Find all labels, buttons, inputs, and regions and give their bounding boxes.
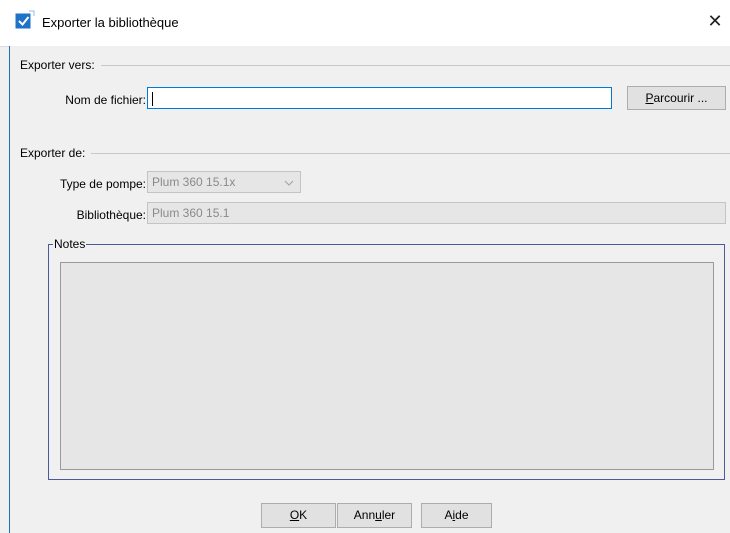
ok-mnemonic: O <box>289 508 300 522</box>
chevron-down-icon <box>284 180 294 186</box>
pump-type-select[interactable]: Plum 360 15.1x <box>147 171 301 193</box>
export-from-section-header: Exporter de: <box>20 146 730 160</box>
help-label-rest: de <box>455 508 469 522</box>
pump-type-label: Type de pompe: <box>59 177 146 191</box>
library-label: Bibliothèque: <box>76 208 146 222</box>
filename-label: Nom de fichier: <box>65 93 146 107</box>
section-divider <box>91 152 730 154</box>
help-button[interactable]: Aide <box>421 503 492 528</box>
library-field: Plum 360 15.1 <box>147 202 726 224</box>
text-caret <box>152 92 153 106</box>
notes-textarea[interactable] <box>60 262 714 470</box>
export-to-section-header: Exporter vers: <box>20 58 730 72</box>
ok-button[interactable]: OK <box>261 503 336 528</box>
checkbox-icon <box>15 10 35 29</box>
cancel-label-rest: ler <box>381 508 396 522</box>
title-bar: Exporter la bibliothèque ✕ <box>0 0 730 47</box>
cancel-mnemonic: u <box>375 508 382 522</box>
browse-button[interactable]: Parcourir ... <box>627 86 726 110</box>
browse-mnemonic: P <box>645 91 654 105</box>
export-library-dialog: Exporter la bibliothèque ✕ Exporter vers… <box>0 0 730 533</box>
close-icon: ✕ <box>707 11 723 31</box>
cancel-label-prefix: Ann <box>353 508 376 522</box>
section-divider <box>100 64 730 66</box>
library-value: Plum 360 15.1 <box>152 206 230 220</box>
export-from-label: Exporter de: <box>20 146 86 160</box>
export-to-label: Exporter vers: <box>20 58 95 72</box>
notes-group: Notes <box>48 237 725 480</box>
window-title: Exporter la bibliothèque <box>42 15 179 30</box>
ok-label: K <box>299 508 308 522</box>
pump-type-value: Plum 360 15.1x <box>152 175 236 189</box>
browse-label: arcourir ... <box>653 91 708 105</box>
dialog-content: Exporter vers: Nom de fichier: Parcourir… <box>10 46 730 533</box>
notes-legend: Notes <box>53 237 87 251</box>
close-button[interactable]: ✕ <box>700 6 730 36</box>
filename-input[interactable] <box>147 87 612 109</box>
cancel-button[interactable]: Annuler <box>337 503 412 528</box>
